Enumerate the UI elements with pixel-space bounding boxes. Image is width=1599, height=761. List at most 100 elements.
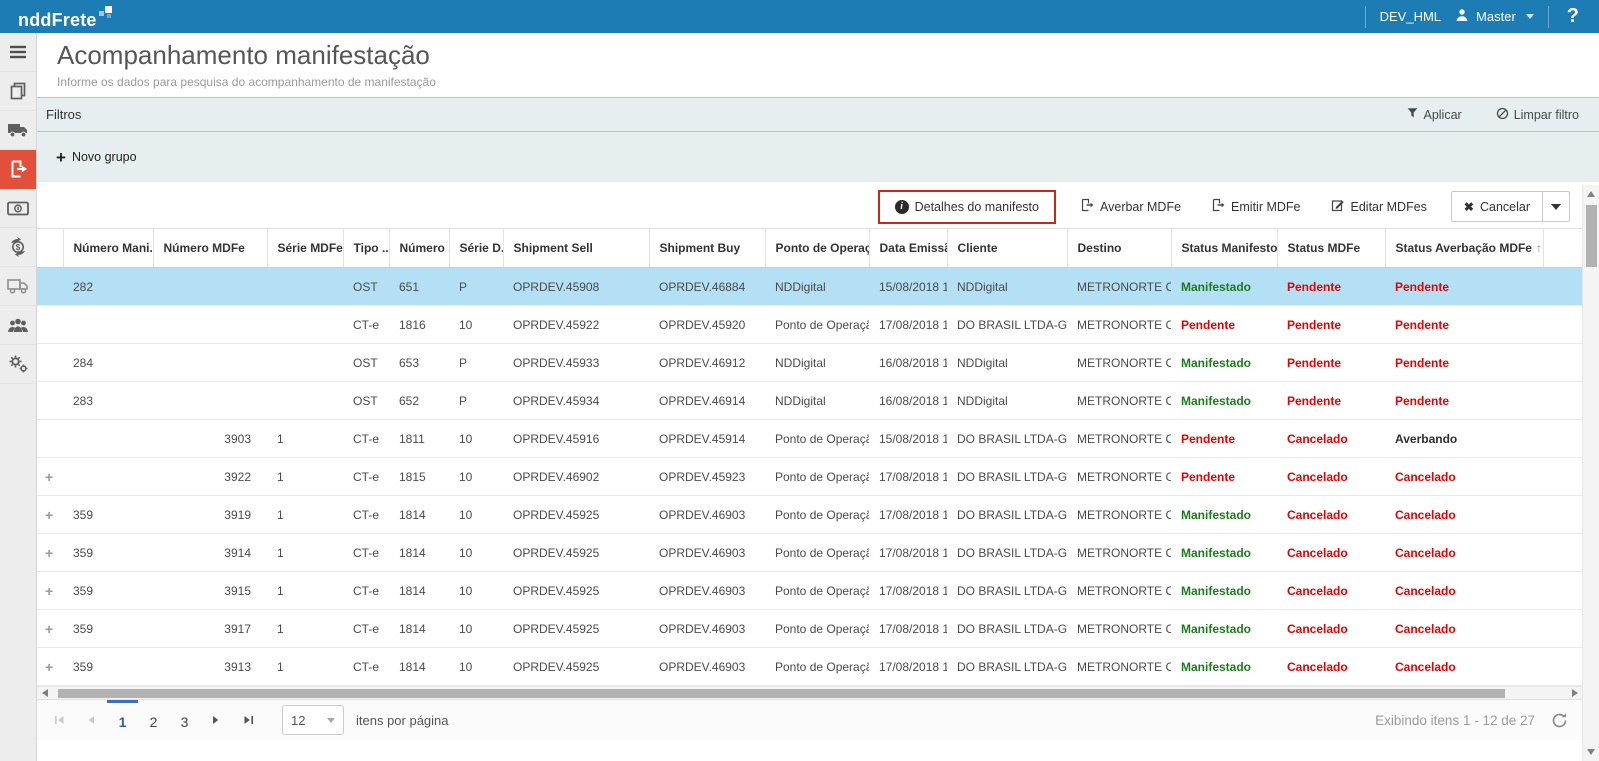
last-page-button[interactable]	[232, 700, 264, 740]
column-header-numero[interactable]: Número ...	[389, 229, 449, 268]
page-button-3[interactable]: 3	[169, 700, 200, 740]
table-row[interactable]: CT-e181610OPRDEV.45922OPRDEV.45920Ponto …	[37, 306, 1583, 344]
row-expand-toggle[interactable]: +	[37, 458, 63, 496]
cell-data_emissao: 17/08/2018 1...	[869, 534, 947, 572]
cell-status_averbacao: Cancelado	[1385, 458, 1543, 496]
vertical-scrollbar[interactable]	[1582, 185, 1599, 761]
column-header-ponto_operacao[interactable]: Ponto de Operação	[765, 229, 869, 268]
table-row[interactable]: +35939151CT-e181410OPRDEV.45925OPRDEV.46…	[37, 572, 1583, 610]
app-logo[interactable]: nddFrete	[18, 5, 112, 29]
sidebar-item-menu[interactable]	[0, 33, 36, 72]
sidebar-item-fleet[interactable]	[0, 111, 36, 150]
table-row[interactable]: 282OST651POPRDEV.45908OPRDEV.46884NDDigi…	[37, 268, 1583, 306]
sidebar-item-manifests[interactable]	[0, 150, 36, 189]
column-header-status_mdfe[interactable]: Status MDFe	[1277, 229, 1385, 268]
sidebar-item-delivery[interactable]	[0, 267, 36, 306]
horizontal-scrollbar[interactable]	[37, 686, 1582, 699]
cell-numero: 1814	[389, 648, 449, 686]
scroll-up-icon[interactable]	[1587, 188, 1595, 200]
row-expand-toggle[interactable]: +	[37, 534, 63, 572]
column-header-tipo[interactable]: Tipo ...	[343, 229, 389, 268]
cell-status_mdfe: Pendente	[1277, 306, 1385, 344]
apply-filter-button[interactable]: Aplicar	[1401, 106, 1467, 123]
previous-page-button[interactable]	[75, 700, 107, 740]
column-header-cliente[interactable]: Cliente	[947, 229, 1067, 268]
table-row[interactable]: 283OST652POPRDEV.45934OPRDEV.46914NDDigi…	[37, 382, 1583, 420]
table-row[interactable]: +35939171CT-e181410OPRDEV.45925OPRDEV.46…	[37, 610, 1583, 648]
help-button[interactable]: ?	[1563, 5, 1583, 28]
cell-cliente: DO BRASIL LTDA-GU...	[947, 496, 1067, 534]
row-expand-toggle[interactable]: +	[37, 610, 63, 648]
sidebar-item-finance[interactable]: $	[0, 228, 36, 267]
cell-numero_manifestacao: 359	[63, 610, 153, 648]
clear-filter-button[interactable]: Limpar filtro	[1490, 106, 1585, 124]
topbar: nddFrete DEV_HML Master ?	[0, 0, 1599, 33]
sidebar-item-documents[interactable]	[0, 72, 36, 111]
next-page-button[interactable]	[200, 700, 232, 740]
cell-cliente: DO BRASIL LTDA-GU...	[947, 306, 1067, 344]
column-header-status_manifesto[interactable]: Status Manifesto	[1171, 229, 1277, 268]
emitir-mdfe-button[interactable]: Emitir MDFe	[1205, 197, 1306, 216]
table-row[interactable]: 284OST653POPRDEV.45933OPRDEV.46912NDDigi…	[37, 344, 1583, 382]
column-header-numero_manifestacao[interactable]: Número Mani...	[63, 229, 153, 268]
column-header-destino[interactable]: Destino	[1067, 229, 1171, 268]
scroll-left-icon[interactable]	[37, 689, 52, 697]
cell-status_mdfe: Pendente	[1277, 382, 1385, 420]
column-header-serie_mdfe[interactable]: Série MDFe	[267, 229, 343, 268]
column-header-shipment_buy[interactable]: Shipment Buy	[649, 229, 765, 268]
cell-tipo: CT-e	[343, 572, 389, 610]
row-expand-toggle[interactable]: +	[37, 648, 63, 686]
cell-numero: 1815	[389, 458, 449, 496]
page-button-2[interactable]: 2	[138, 700, 169, 740]
column-header-shipment_sell[interactable]: Shipment Sell	[503, 229, 649, 268]
editar-mdfes-button[interactable]: Editar MDFes	[1325, 197, 1433, 216]
scroll-down-icon[interactable]	[1587, 746, 1595, 758]
first-page-button[interactable]	[43, 700, 75, 740]
cell-status_averbacao: Cancelado	[1385, 572, 1543, 610]
horizontal-scroll-thumb[interactable]	[58, 689, 1505, 698]
cell-status_manifesto: Manifestado	[1171, 572, 1277, 610]
cancel-dropdown-button[interactable]	[1543, 191, 1570, 222]
column-header-expand[interactable]	[37, 229, 63, 268]
grid-panel: i Detalhes do manifesto Averbar MDFe	[37, 185, 1599, 761]
pager: 123 12 itens por página Exi	[37, 699, 1582, 740]
topbar-divider	[1365, 6, 1366, 28]
sidebar-item-billing[interactable]	[0, 189, 36, 228]
cell-serie_d: 10	[449, 572, 503, 610]
cell-shipment_sell: OPRDEV.45916	[503, 420, 649, 458]
copy-icon	[8, 81, 28, 101]
cell-shipment_sell: OPRDEV.46902	[503, 458, 649, 496]
environment-label[interactable]: DEV_HML	[1380, 9, 1441, 24]
scroll-right-icon[interactable]	[1567, 689, 1582, 697]
table-row[interactable]: 39031CT-e181110OPRDEV.45916OPRDEV.45914P…	[37, 420, 1583, 458]
new-group-button[interactable]: + Novo grupo	[50, 148, 143, 167]
cancel-button[interactable]: ✖ Cancelar	[1451, 191, 1543, 222]
column-header-data_emissao[interactable]: Data Emissã...	[869, 229, 947, 268]
vertical-scroll-thumb[interactable]	[1586, 205, 1597, 267]
cell-data_emissao: 17/08/2018 1...	[869, 496, 947, 534]
refresh-button[interactable]	[1551, 712, 1568, 729]
table-row[interactable]: +35939141CT-e181410OPRDEV.45925OPRDEV.46…	[37, 534, 1583, 572]
table-row[interactable]: +39221CT-e181510OPRDEV.46902OPRDEV.45923…	[37, 458, 1583, 496]
cell-serie_d: 10	[449, 420, 503, 458]
user-menu[interactable]: Master	[1455, 8, 1534, 25]
page-size-select[interactable]: 12	[282, 705, 344, 735]
sort-ascending-icon: ↑	[1536, 241, 1542, 255]
cell-destino: METRONORTE CO...	[1067, 268, 1171, 306]
manifest-details-button[interactable]: i Detalhes do manifesto	[889, 199, 1045, 215]
row-expand-toggle[interactable]: +	[37, 572, 63, 610]
table-row[interactable]: +35939191CT-e181410OPRDEV.45925OPRDEV.46…	[37, 496, 1583, 534]
column-header-serie_d[interactable]: Série D...	[449, 229, 503, 268]
delivery-truck-icon	[7, 278, 29, 294]
sidebar-item-settings[interactable]	[0, 345, 36, 384]
page-button-1[interactable]: 1	[107, 700, 138, 740]
page-subtitle: Informe os dados para pesquisa do acompa…	[57, 75, 1599, 89]
table-row[interactable]: +35939131CT-e181410OPRDEV.45925OPRDEV.46…	[37, 648, 1583, 686]
row-expand-toggle[interactable]: +	[37, 496, 63, 534]
column-header-numero_mdfe[interactable]: Número MDFe	[153, 229, 267, 268]
cell-numero_mdfe	[153, 306, 267, 344]
averbar-mdfe-button[interactable]: Averbar MDFe	[1074, 197, 1187, 216]
column-header-status_averbacao[interactable]: Status Averbação MDFe↑	[1385, 229, 1543, 268]
sidebar-item-users[interactable]	[0, 306, 36, 345]
cell-numero_mdfe	[153, 344, 267, 382]
